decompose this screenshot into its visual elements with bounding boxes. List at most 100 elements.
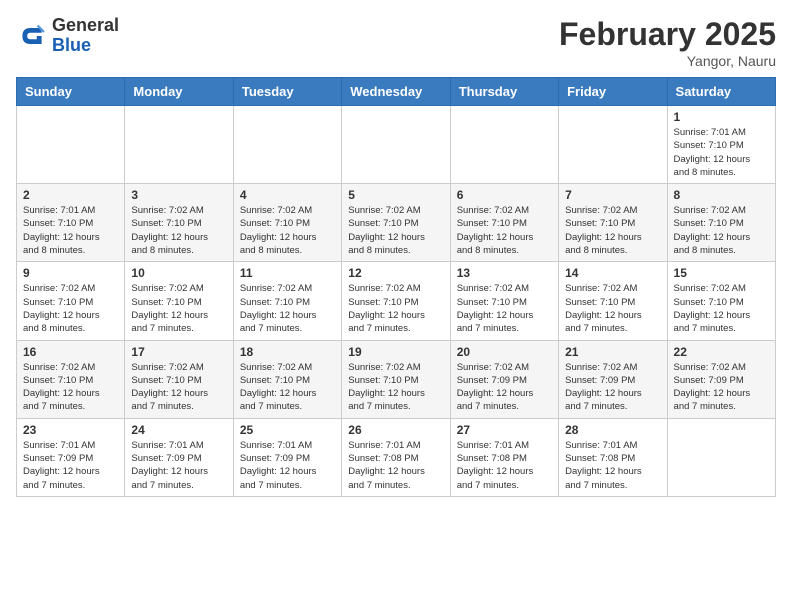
page-header: General Blue February 2025 Yangor, Nauru [16,16,776,69]
day-info: Sunrise: 7:01 AM Sunset: 7:08 PM Dayligh… [565,439,660,492]
day-info: Sunrise: 7:02 AM Sunset: 7:09 PM Dayligh… [565,361,660,414]
day-number: 27 [457,423,552,437]
calendar-cell: 4 Sunrise: 7:02 AM Sunset: 7:10 PM Daylig… [233,184,341,262]
calendar-week-row: 9 Sunrise: 7:02 AM Sunset: 7:10 PM Daylig… [17,262,776,340]
calendar-cell: 14 Sunrise: 7:02 AM Sunset: 7:10 PM Dayli… [559,262,667,340]
day-number: 17 [131,345,226,359]
calendar-cell [667,418,775,496]
calendar-cell: 15 Sunrise: 7:02 AM Sunset: 7:10 PM Dayli… [667,262,775,340]
day-info: Sunrise: 7:02 AM Sunset: 7:10 PM Dayligh… [565,282,660,335]
day-info: Sunrise: 7:01 AM Sunset: 7:10 PM Dayligh… [23,204,118,257]
weekday-header: Tuesday [233,78,341,106]
calendar-week-row: 16 Sunrise: 7:02 AM Sunset: 7:10 PM Dayli… [17,340,776,418]
day-info: Sunrise: 7:02 AM Sunset: 7:10 PM Dayligh… [131,282,226,335]
calendar-week-row: 1 Sunrise: 7:01 AM Sunset: 7:10 PM Daylig… [17,106,776,184]
location: Yangor, Nauru [559,53,776,69]
day-number: 10 [131,266,226,280]
weekday-header: Friday [559,78,667,106]
day-number: 24 [131,423,226,437]
calendar-cell: 5Sunrise: 7:02 AM Sunset: 7:10 PM Daylig… [342,184,450,262]
calendar-cell: 20 Sunrise: 7:02 AM Sunset: 7:09 PM Dayli… [450,340,558,418]
day-info: Sunrise: 7:02 AM Sunset: 7:10 PM Dayligh… [131,204,226,257]
day-info: Sunrise: 7:02 AM Sunset: 7:10 PM Dayligh… [674,204,769,257]
calendar-cell: 1 Sunrise: 7:01 AM Sunset: 7:10 PM Daylig… [667,106,775,184]
day-number: 16 [23,345,118,359]
calendar-cell: 22Sunrise: 7:02 AM Sunset: 7:09 PM Dayli… [667,340,775,418]
title-section: February 2025 Yangor, Nauru [559,16,776,69]
calendar-cell [125,106,233,184]
day-info: Sunrise: 7:01 AM Sunset: 7:08 PM Dayligh… [457,439,552,492]
calendar-cell: 24 Sunrise: 7:01 AM Sunset: 7:09 PM Dayli… [125,418,233,496]
day-info: Sunrise: 7:02 AM Sunset: 7:10 PM Dayligh… [23,282,118,335]
day-number: 3 [131,188,226,202]
day-number: 13 [457,266,552,280]
calendar-cell: 8 Sunrise: 7:02 AM Sunset: 7:10 PM Daylig… [667,184,775,262]
calendar: SundayMondayTuesdayWednesdayThursdayFrid… [16,77,776,497]
day-number: 20 [457,345,552,359]
day-info: Sunrise: 7:02 AM Sunset: 7:10 PM Dayligh… [674,282,769,335]
calendar-cell: 7 Sunrise: 7:02 AM Sunset: 7:10 PM Daylig… [559,184,667,262]
day-info: Sunrise: 7:02 AM Sunset: 7:09 PM Dayligh… [457,361,552,414]
calendar-cell: 10 Sunrise: 7:02 AM Sunset: 7:10 PM Dayli… [125,262,233,340]
calendar-cell: 9 Sunrise: 7:02 AM Sunset: 7:10 PM Daylig… [17,262,125,340]
day-number: 23 [23,423,118,437]
day-number: 26 [348,423,443,437]
calendar-header-row: SundayMondayTuesdayWednesdayThursdayFrid… [17,78,776,106]
day-number: 25 [240,423,335,437]
day-info: Sunrise: 7:01 AM Sunset: 7:09 PM Dayligh… [131,439,226,492]
day-info: Sunrise: 7:02 AM Sunset: 7:10 PM Dayligh… [348,204,443,257]
calendar-cell: 2Sunrise: 7:01 AM Sunset: 7:10 PM Daylig… [17,184,125,262]
day-number: 19 [348,345,443,359]
day-info: Sunrise: 7:01 AM Sunset: 7:09 PM Dayligh… [240,439,335,492]
day-info: Sunrise: 7:01 AM Sunset: 7:10 PM Dayligh… [674,126,769,179]
calendar-cell: 27 Sunrise: 7:01 AM Sunset: 7:08 PM Dayli… [450,418,558,496]
logo-text: General Blue [52,16,119,56]
calendar-cell: 28 Sunrise: 7:01 AM Sunset: 7:08 PM Dayli… [559,418,667,496]
logo-icon [16,20,48,52]
day-info: Sunrise: 7:02 AM Sunset: 7:10 PM Dayligh… [348,282,443,335]
day-info: Sunrise: 7:02 AM Sunset: 7:10 PM Dayligh… [131,361,226,414]
day-info: Sunrise: 7:01 AM Sunset: 7:09 PM Dayligh… [23,439,118,492]
day-info: Sunrise: 7:02 AM Sunset: 7:10 PM Dayligh… [240,361,335,414]
calendar-cell: 26 Sunrise: 7:01 AM Sunset: 7:08 PM Dayli… [342,418,450,496]
day-number: 9 [23,266,118,280]
day-number: 28 [565,423,660,437]
day-number: 21 [565,345,660,359]
day-number: 15 [674,266,769,280]
calendar-week-row: 2Sunrise: 7:01 AM Sunset: 7:10 PM Daylig… [17,184,776,262]
calendar-cell: 21 Sunrise: 7:02 AM Sunset: 7:09 PM Dayli… [559,340,667,418]
day-info: Sunrise: 7:02 AM Sunset: 7:10 PM Dayligh… [565,204,660,257]
calendar-cell: 17 Sunrise: 7:02 AM Sunset: 7:10 PM Dayli… [125,340,233,418]
calendar-cell: 16 Sunrise: 7:02 AM Sunset: 7:10 PM Dayli… [17,340,125,418]
day-info: Sunrise: 7:02 AM Sunset: 7:10 PM Dayligh… [23,361,118,414]
day-number: 1 [674,110,769,124]
day-info: Sunrise: 7:02 AM Sunset: 7:10 PM Dayligh… [457,282,552,335]
day-number: 12 [348,266,443,280]
calendar-cell: 12 Sunrise: 7:02 AM Sunset: 7:10 PM Dayli… [342,262,450,340]
day-number: 4 [240,188,335,202]
calendar-cell [17,106,125,184]
logo: General Blue [16,16,119,56]
calendar-cell: 25 Sunrise: 7:01 AM Sunset: 7:09 PM Dayli… [233,418,341,496]
day-info: Sunrise: 7:02 AM Sunset: 7:10 PM Dayligh… [240,204,335,257]
day-number: 14 [565,266,660,280]
day-number: 11 [240,266,335,280]
calendar-week-row: 23 Sunrise: 7:01 AM Sunset: 7:09 PM Dayli… [17,418,776,496]
logo-blue: Blue [52,36,119,56]
weekday-header: Sunday [17,78,125,106]
calendar-cell [559,106,667,184]
logo-general: General [52,16,119,36]
day-number: 6 [457,188,552,202]
day-info: Sunrise: 7:01 AM Sunset: 7:08 PM Dayligh… [348,439,443,492]
calendar-cell: 23 Sunrise: 7:01 AM Sunset: 7:09 PM Dayli… [17,418,125,496]
weekday-header: Monday [125,78,233,106]
calendar-cell: 18Sunrise: 7:02 AM Sunset: 7:10 PM Dayli… [233,340,341,418]
calendar-cell: 19Sunrise: 7:02 AM Sunset: 7:10 PM Dayli… [342,340,450,418]
day-info: Sunrise: 7:02 AM Sunset: 7:09 PM Dayligh… [674,361,769,414]
day-number: 8 [674,188,769,202]
month-title: February 2025 [559,16,776,53]
day-number: 7 [565,188,660,202]
day-info: Sunrise: 7:02 AM Sunset: 7:10 PM Dayligh… [240,282,335,335]
calendar-cell [450,106,558,184]
calendar-cell [233,106,341,184]
